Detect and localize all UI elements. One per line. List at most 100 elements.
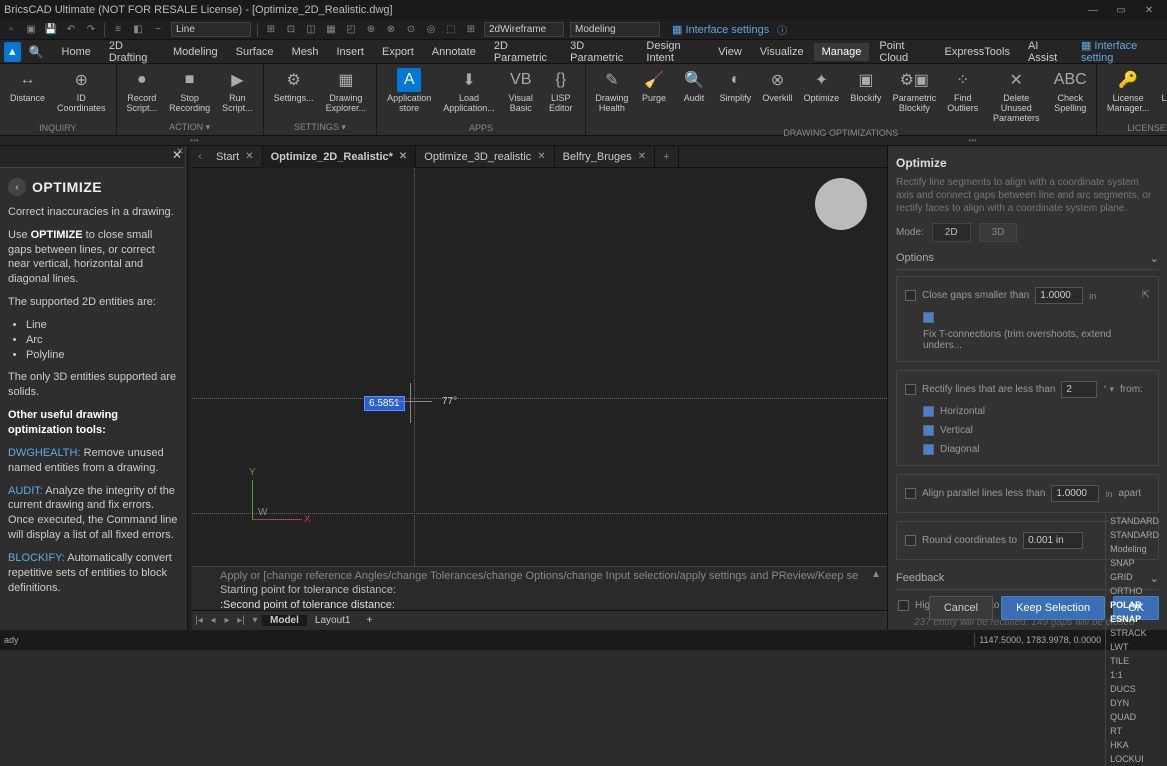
qat-tool-i-icon[interactable]: ◎ <box>424 23 438 37</box>
menu-manage[interactable]: Manage <box>814 43 870 61</box>
ribbon-overkill-button[interactable]: ⊗Overkill <box>757 66 798 126</box>
ms-next-icon[interactable]: ▸ <box>220 615 234 626</box>
ms-first-icon[interactable]: |◂ <box>192 615 206 626</box>
ribbon-purge-button[interactable]: 🧹Purge <box>634 66 674 126</box>
rectify-value-input[interactable] <box>1061 381 1097 398</box>
close-icon[interactable]: ✕ <box>537 151 545 162</box>
qat-tool-g-icon[interactable]: ⊗ <box>384 23 398 37</box>
menu-express-tools[interactable]: ExpressTools <box>937 43 1018 61</box>
vertical-checkbox[interactable] <box>923 425 934 436</box>
ribbon-optimize-button[interactable]: ✦Optimize <box>798 66 845 126</box>
status-esnap[interactable]: ESNAP <box>1105 612 1163 626</box>
qat-tool-j-icon[interactable]: ⬚ <box>444 23 458 37</box>
menu-mesh[interactable]: Mesh <box>284 43 327 61</box>
status-rt[interactable]: RT <box>1105 724 1163 738</box>
canvas[interactable]: 6.5851 77° YXW <box>192 168 887 590</box>
status-dyn[interactable]: DYN <box>1105 696 1163 710</box>
qat-open-icon[interactable]: ▣ <box>24 23 38 37</box>
app-logo-icon[interactable]: ▲ <box>4 42 21 62</box>
menu-annotate[interactable]: Annotate <box>424 43 484 61</box>
qat-tool-h-icon[interactable]: ⊙ <box>404 23 418 37</box>
minimize-button[interactable]: — <box>1079 0 1107 20</box>
qat-tool-d-icon[interactable]: ▦ <box>324 23 338 37</box>
menu-surface[interactable]: Surface <box>228 43 282 61</box>
menu-design-intent[interactable]: Design Intent <box>638 37 708 67</box>
close-icon[interactable]: ✕ <box>638 151 646 162</box>
qat-save-icon[interactable]: 💾 <box>44 23 58 37</box>
ribbon-delete-unused-parameters-button[interactable]: ✕Delete UnusedParameters <box>984 66 1049 126</box>
add-tab-button[interactable]: + <box>655 146 678 168</box>
status-standard[interactable]: STANDARD <box>1105 528 1163 542</box>
ribbon-drawing-health-button[interactable]: ✎DrawingHealth <box>590 66 634 126</box>
qat-linetype-icon[interactable]: − <box>151 23 165 37</box>
close-icon[interactable]: ✕ <box>399 151 407 162</box>
status-lockui[interactable]: LOCKUI <box>1105 752 1163 766</box>
rectify-unit-dd[interactable]: ° ▾ <box>1103 384 1114 395</box>
ribbon-id-coordinates-button[interactable]: ⊕IDCoordinates <box>51 66 112 121</box>
ribbon-find-outliers-button[interactable]: ⁘FindOutliers <box>942 66 984 126</box>
ms-prev-icon[interactable]: ◂ <box>206 615 220 626</box>
ribbon-simplify-button[interactable]: ◐Simplify <box>714 66 757 126</box>
interface-setting-right[interactable]: ▦ Interface setting <box>1075 36 1163 67</box>
close-button[interactable]: ✕ <box>1135 0 1163 20</box>
command-line[interactable]: ▲ Apply or [change reference Angles/chan… <box>192 566 887 610</box>
qat-color-icon[interactable]: ◧ <box>131 23 145 37</box>
qat-tool-f-icon[interactable]: ⊕ <box>364 23 378 37</box>
menu-ai-assist[interactable]: AI Assist <box>1020 37 1071 67</box>
qat-tool-c-icon[interactable]: ◫ <box>304 23 318 37</box>
tabs-scroll-left-icon[interactable]: ‹ <box>192 151 208 162</box>
add-layout-button[interactable]: + <box>358 615 380 626</box>
ribbon-check-spelling-button[interactable]: ABCCheckSpelling <box>1049 66 1092 126</box>
status-standard[interactable]: STANDARD <box>1105 514 1163 528</box>
menu-view[interactable]: View <box>710 43 750 61</box>
view-cube-icon[interactable] <box>815 178 867 230</box>
qat-help-icon[interactable]: ⓘ <box>775 23 789 37</box>
visual-style-dropdown[interactable]: 2dWireframe <box>484 22 564 37</box>
horizontal-checkbox[interactable] <box>923 406 934 417</box>
round-value-dropdown[interactable]: 0.001 in <box>1023 532 1083 549</box>
ribbon-load-application--button[interactable]: ⬇LoadApplication... <box>437 66 501 121</box>
rectify-checkbox[interactable] <box>905 384 916 395</box>
options-section-header[interactable]: Options⌄ <box>896 248 1159 270</box>
tab-optimize-2d[interactable]: Optimize_2D_Realistic*✕ <box>263 146 417 168</box>
left-panel-close-icon[interactable]: ✕ <box>173 146 187 160</box>
menu-modeling[interactable]: Modeling <box>165 43 226 61</box>
status-ducs[interactable]: DUCS <box>1105 682 1163 696</box>
interface-settings-link[interactable]: ▦ Interface settings <box>672 23 769 36</box>
round-checkbox[interactable] <box>905 535 916 546</box>
qat-new-icon[interactable]: ▫ <box>4 23 18 37</box>
status-1:1[interactable]: 1:1 <box>1105 668 1163 682</box>
ribbon-license-trial-button[interactable]: 📄LicenseTrial <box>1155 66 1167 121</box>
align-checkbox[interactable] <box>905 488 916 499</box>
status-quad[interactable]: QUAD <box>1105 710 1163 724</box>
status-tile[interactable]: TILE <box>1105 654 1163 668</box>
menu-export[interactable]: Export <box>374 43 422 61</box>
status-polar[interactable]: POLAR <box>1105 598 1163 612</box>
qat-undo-icon[interactable]: ↶ <box>64 23 78 37</box>
tab-optimize-3d[interactable]: Optimize_3D_realistic✕ <box>416 146 554 168</box>
ribbon-license-manager--button[interactable]: 🔑LicenseManager... <box>1101 66 1156 121</box>
status-modeling[interactable]: Modeling <box>1105 542 1163 556</box>
workspace-dropdown[interactable]: Modeling <box>570 22 660 37</box>
qat-tool-e-icon[interactable]: ◰ <box>344 23 358 37</box>
diagonal-checkbox[interactable] <box>923 444 934 455</box>
tab-model[interactable]: Model <box>262 615 307 626</box>
status-snap[interactable]: SNAP <box>1105 556 1163 570</box>
ribbon-record-script--button[interactable]: ●RecordScript... <box>121 66 164 120</box>
tab-belfry[interactable]: Belfry_Bruges✕ <box>555 146 655 168</box>
menu-point-cloud[interactable]: Point Cloud <box>871 37 934 67</box>
ribbon-audit-button[interactable]: 🔍Audit <box>674 66 714 126</box>
status-lwt[interactable]: LWT <box>1105 640 1163 654</box>
status-hka[interactable]: HKA <box>1105 738 1163 752</box>
ribbon-visual-basic-button[interactable]: VBVisualBasic <box>501 66 541 121</box>
cmd-expand-icon[interactable]: ▲ <box>871 569 881 580</box>
search-icon[interactable]: 🔍 <box>29 45 44 59</box>
menu-home[interactable]: Home <box>54 43 99 61</box>
ribbon-settings--button[interactable]: ⚙Settings... <box>268 66 320 120</box>
qat-layer-icon[interactable]: ≡ <box>111 23 125 37</box>
ribbon-stop-recording-button[interactable]: ■StopRecording <box>163 66 216 120</box>
qat-tool-k-icon[interactable]: ⊞ <box>464 23 478 37</box>
qat-redo-icon[interactable]: ↷ <box>84 23 98 37</box>
tab-start[interactable]: Start✕ <box>208 146 263 168</box>
ribbon-application-store-button[interactable]: AApplicationstore <box>381 66 437 121</box>
